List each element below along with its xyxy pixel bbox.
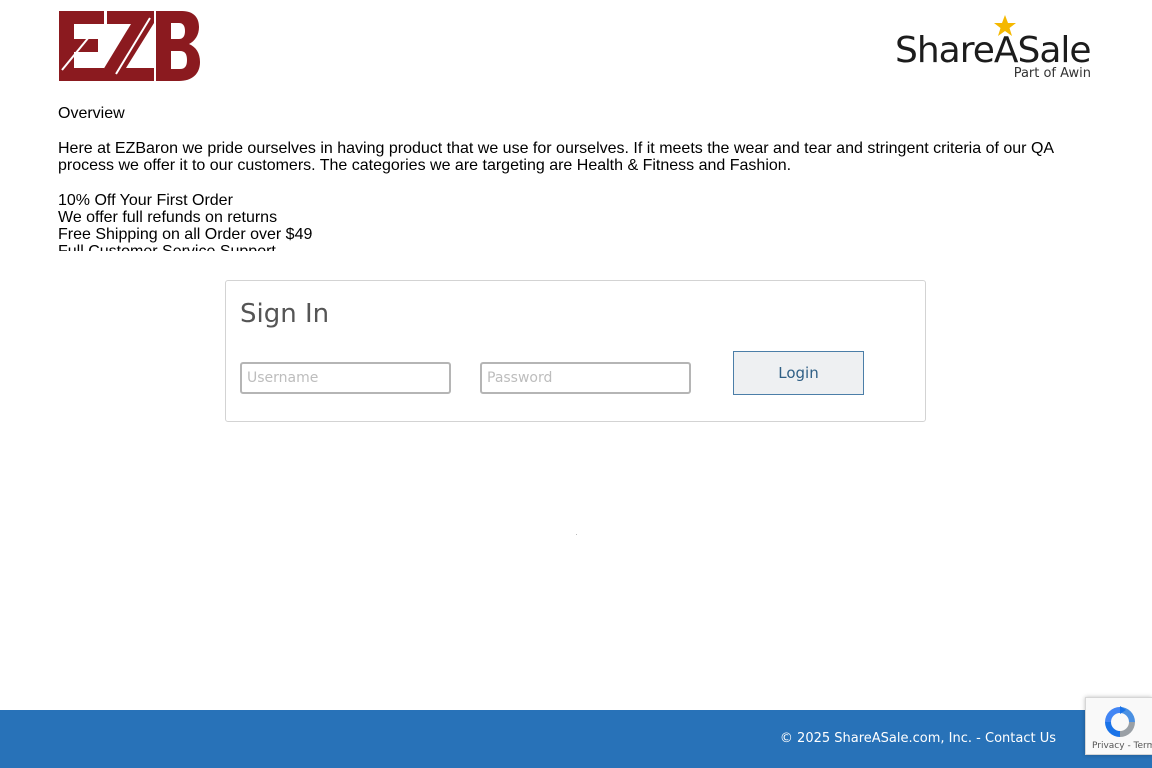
perk-item: Full Customer Service Support bbox=[58, 243, 1092, 251]
shareasale-subtext: Part of Awin bbox=[1013, 66, 1091, 81]
loading-dot bbox=[576, 534, 577, 535]
perk-item: Free Shipping on all Order over $49 bbox=[58, 226, 313, 243]
perk-item: We offer full refunds on returns bbox=[58, 209, 278, 226]
merchant-overview: Overview Here at EZBaron we pride oursel… bbox=[58, 105, 1092, 251]
overview-title: Overview bbox=[58, 105, 125, 122]
shareasale-logo[interactable]: ShareASale Part of Awin bbox=[893, 14, 1093, 84]
footer-text: © 2025 ShareASale.com, Inc. - Contact Us bbox=[780, 731, 1056, 746]
footer: © 2025 ShareASale.com, Inc. - Contact Us bbox=[0, 710, 1152, 768]
password-input[interactable] bbox=[480, 362, 691, 394]
perk-item: 10% Off Your First Order bbox=[58, 192, 233, 209]
username-input[interactable] bbox=[240, 362, 451, 394]
signin-title: Sign In bbox=[240, 299, 330, 329]
signin-panel: Sign In Login bbox=[225, 280, 926, 422]
recaptcha-icon bbox=[1105, 706, 1135, 737]
overview-body: Here at EZBaron we pride ourselves in ha… bbox=[58, 140, 1054, 174]
login-button[interactable]: Login bbox=[733, 351, 864, 395]
copyright-text: © 2025 ShareASale.com, Inc. - bbox=[779, 731, 981, 746]
shareasale-wordmark: ShareASale bbox=[895, 30, 1092, 71]
recaptcha-badge[interactable]: Privacy - Terms bbox=[1085, 697, 1152, 755]
recaptcha-links[interactable]: Privacy - Terms bbox=[1092, 741, 1152, 751]
ezb-logo-icon bbox=[58, 10, 200, 82]
ezb-logo[interactable] bbox=[58, 10, 200, 82]
contact-us-link[interactable]: Contact Us bbox=[985, 731, 1056, 746]
